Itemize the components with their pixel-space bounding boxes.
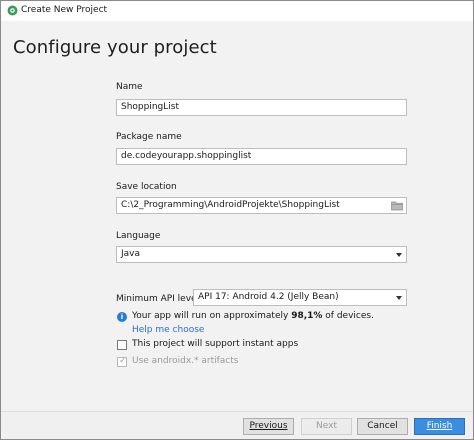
- button-bar: Previous Next Cancel Finish: [1, 411, 473, 439]
- language-selected: Java: [121, 249, 141, 259]
- package-name-field[interactable]: de.codeyourapp.shoppinglist: [116, 148, 407, 165]
- next-button: Next: [301, 418, 352, 435]
- name-field[interactable]: ShoppingList: [116, 99, 407, 116]
- androidx-label: Use androidx.* artifacts: [132, 356, 239, 366]
- finish-button[interactable]: Finish: [414, 418, 465, 435]
- checkmark-icon: ✓: [119, 356, 127, 366]
- title-bar: Create New Project: [1, 1, 473, 21]
- info-icon: i: [117, 312, 127, 322]
- window-title: Create New Project: [21, 5, 108, 15]
- page-title: Configure your project: [13, 37, 217, 58]
- page-header: Configure your project: [1, 21, 473, 71]
- cancel-button[interactable]: Cancel: [357, 418, 408, 435]
- name-label: Name: [116, 82, 143, 92]
- min-api-selected: API 17: Android 4.2 (Jelly Bean): [198, 292, 339, 302]
- android-studio-icon: [7, 5, 18, 16]
- min-api-label: Minimum API level: [116, 294, 200, 304]
- save-location-field[interactable]: C:\2_Programming\AndroidProjekte\Shoppin…: [116, 197, 407, 214]
- save-location-value: C:\2_Programming\AndroidProjekte\Shoppin…: [121, 200, 340, 210]
- coverage-percent: 98,1%: [291, 311, 323, 321]
- previous-button[interactable]: Previous: [243, 418, 294, 435]
- folder-icon[interactable]: [391, 200, 403, 211]
- create-project-dialog: Create New Project Configure your projec…: [0, 0, 474, 440]
- chevron-down-icon: [396, 296, 402, 300]
- language-dropdown[interactable]: Java: [116, 246, 407, 263]
- instant-apps-checkbox[interactable]: [117, 340, 127, 350]
- package-name-label: Package name: [116, 132, 182, 142]
- min-api-dropdown[interactable]: API 17: Android 4.2 (Jelly Bean): [193, 289, 407, 306]
- language-label: Language: [116, 231, 161, 241]
- chevron-down-icon: [396, 253, 402, 257]
- androidx-checkbox: ✓: [117, 356, 127, 367]
- help-me-choose-link[interactable]: Help me choose: [132, 325, 204, 335]
- save-location-label: Save location: [116, 182, 177, 192]
- device-coverage-text: Your app will run on approximately 98,1%…: [132, 311, 374, 321]
- instant-apps-label[interactable]: This project will support instant apps: [132, 339, 298, 349]
